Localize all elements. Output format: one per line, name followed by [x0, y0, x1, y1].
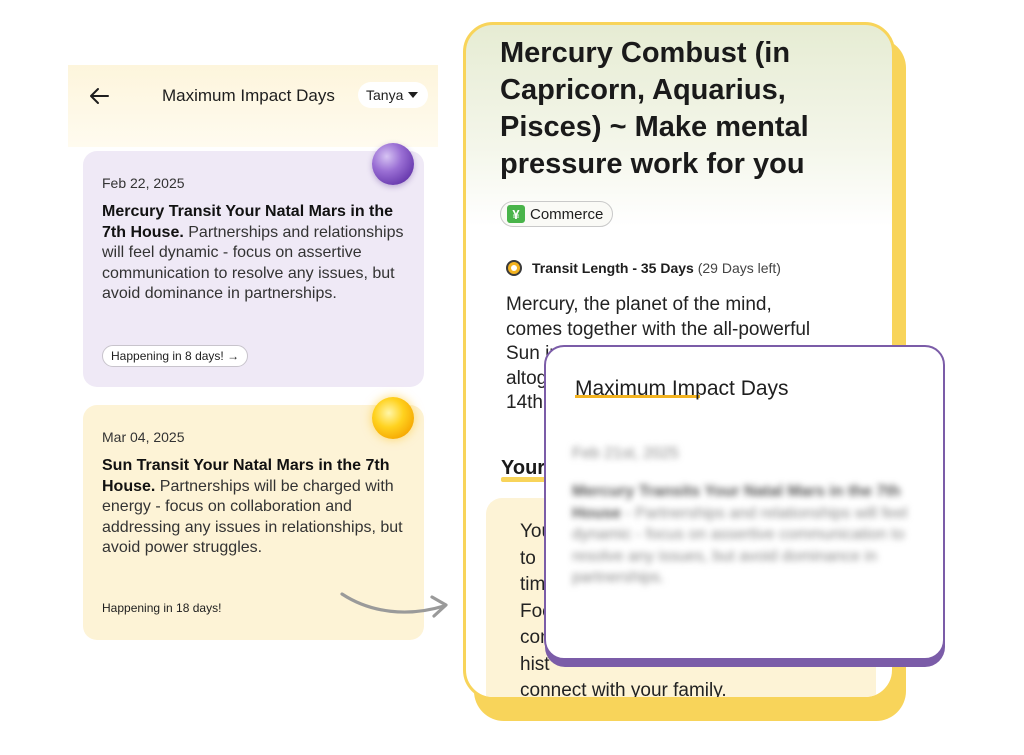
maximum-impact-popup[interactable]: Maximum Impact Days Feb 21st, 2025 Mercu…	[544, 345, 945, 660]
transit-cycle-icon	[506, 260, 522, 276]
transit-title: Mercury Combust (in Capricorn, Aquarius,…	[500, 37, 809, 180]
profile-name: Tanya	[366, 87, 404, 103]
card-description: Sun Transit Your Natal Mars in the 7th H…	[102, 456, 406, 559]
impact-day-card[interactable]: Feb 22, 2025 Mercury Transit Your Natal …	[83, 143, 424, 387]
transit-length: Transit Length - 35 Days	[532, 260, 694, 276]
card-date: Mar 04, 2025	[102, 429, 185, 445]
chevron-down-icon	[408, 92, 419, 98]
sun-planet-icon	[372, 397, 414, 439]
happening-button[interactable]: Happening in 8 days! →	[102, 345, 249, 367]
popup-title: Maximum Impact Days	[575, 377, 789, 400]
card-date: Feb 22, 2025	[102, 175, 185, 191]
mercury-planet-icon	[372, 143, 414, 185]
popup-body-text: - Partnerships and relationships will fe…	[572, 504, 908, 587]
profile-selector[interactable]: Tanya	[358, 82, 429, 108]
back-arrow-icon[interactable]	[88, 85, 110, 107]
commerce-icon: ¥	[507, 205, 525, 223]
category-tag[interactable]: ¥ Commerce	[500, 201, 614, 227]
page-title: Maximum Impact Days	[162, 86, 335, 105]
left-app-screen: Maximum Impact Days Tanya Feb 22, 2025 M…	[68, 65, 438, 665]
blurred-preview: Feb 21st, 2025 Mercury Transits Your Nat…	[572, 445, 922, 589]
card-description: Mercury Transit Your Natal Mars in the 7…	[102, 202, 406, 305]
app-header: Maximum Impact Days Tanya	[68, 65, 438, 147]
curved-arrow-icon	[340, 592, 448, 618]
popup-body: Mercury Transits Your Natal Mars in the …	[572, 481, 922, 589]
section-heading: Your	[501, 457, 546, 479]
transit-length-row: Transit Length - 35 Days (29 Days left)	[506, 260, 781, 276]
days-left: (29 Days left)	[697, 260, 781, 276]
happening-text: Happening in 18 days!	[102, 601, 222, 615]
popup-date: Feb 21st, 2025	[572, 445, 679, 462]
category-label: Commerce	[530, 205, 604, 223]
